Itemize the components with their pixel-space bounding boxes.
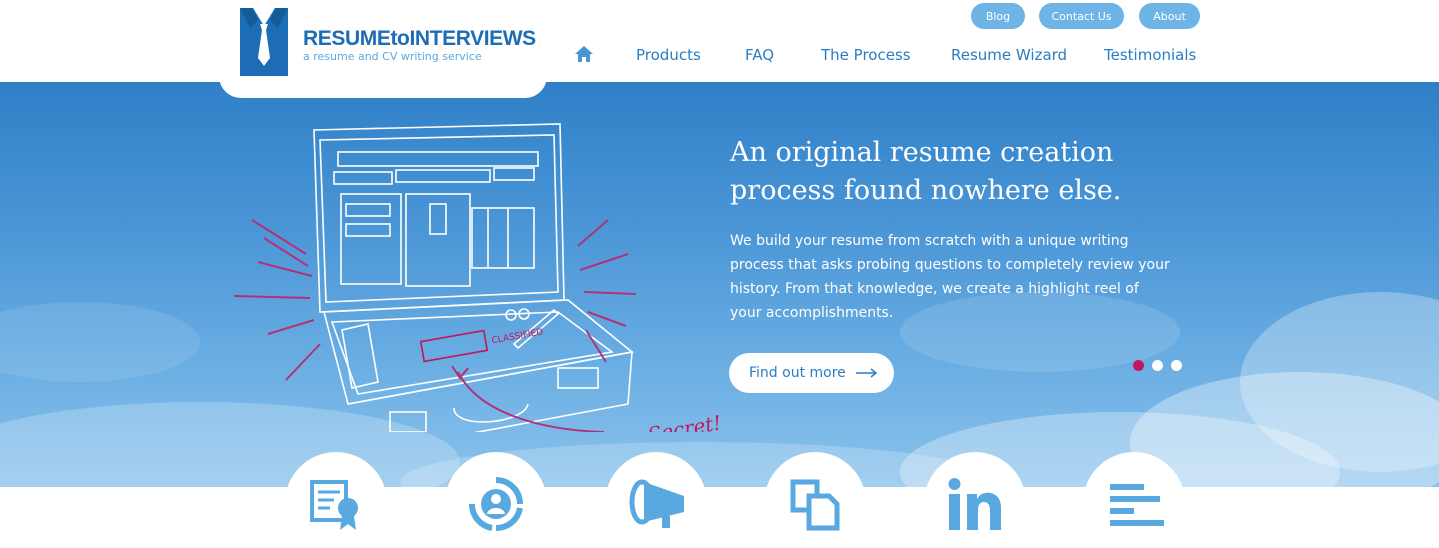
person-cycle-icon [468, 477, 523, 532]
brand-tagline: a resume and CV writing service [303, 50, 482, 63]
arrow-right-icon [855, 364, 879, 383]
nav-products[interactable]: Products [636, 46, 701, 64]
hero-title-line2: process found nowhere else. [730, 175, 1122, 206]
blog-link[interactable]: Blog [971, 3, 1025, 29]
service-certificate[interactable] [285, 452, 387, 548]
documents-icon [790, 479, 840, 531]
service-interview[interactable] [445, 452, 547, 548]
top-secret-note: Top Secret! [603, 410, 723, 432]
hero-banner: CLASSIFIED Top Secret! An original resum… [0, 82, 1439, 487]
services-strip [0, 487, 1439, 548]
service-linkedin[interactable] [924, 452, 1026, 548]
find-out-more-button[interactable]: Find out more [729, 353, 894, 393]
slide-dot-2[interactable] [1152, 360, 1163, 371]
brand-name: RESUMEtoINTERVIEWS [303, 27, 536, 50]
hero-title: An original resume creation process foun… [730, 134, 1190, 210]
utility-links: Blog Contact Us About [971, 3, 1200, 29]
slide-dot-3[interactable] [1171, 360, 1182, 371]
slide-dot-1[interactable] [1133, 360, 1144, 371]
slider-dots [1133, 360, 1182, 371]
linkedin-icon [948, 478, 1001, 530]
megaphone-icon [629, 479, 684, 528]
hero-description: We build your resume from scratch with a… [730, 233, 1170, 321]
service-promotion[interactable] [605, 452, 707, 548]
nav-the-process[interactable]: The Process [821, 46, 911, 64]
certificate-icon [310, 480, 358, 530]
briefcase-illustration: CLASSIFIED Top Secret! [233, 123, 723, 432]
hero-title-line1: An original resume creation [730, 137, 1114, 168]
cta-label: Find out more [749, 365, 846, 381]
nav-resume-wizard[interactable]: Resume Wizard [951, 46, 1067, 64]
service-documents[interactable] [764, 452, 866, 548]
home-icon[interactable] [573, 44, 595, 64]
service-summary[interactable] [1083, 452, 1185, 548]
logo-shirt-tie-icon [240, 8, 288, 76]
nav-testimonials[interactable]: Testimonials [1104, 46, 1196, 64]
contact-us-link[interactable]: Contact Us [1039, 3, 1124, 29]
classified-stamp: CLASSIFIED [491, 327, 544, 346]
site-header [0, 0, 1439, 82]
about-link[interactable]: About [1139, 3, 1200, 29]
lines-icon [1110, 484, 1164, 526]
nav-faq[interactable]: FAQ [745, 46, 774, 64]
brand-logo[interactable]: RESUMEtoINTERVIEWS a resume and CV writi… [240, 8, 536, 76]
